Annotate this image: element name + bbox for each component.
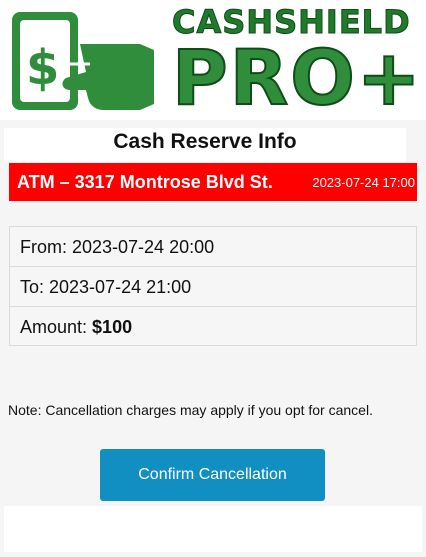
brand-name-bottom: PRO+ bbox=[171, 33, 423, 122]
amount-value: $100 bbox=[92, 317, 133, 337]
amount-label: Amount: bbox=[20, 317, 93, 337]
atm-location: ATM – 3317 Montrose Blvd St. bbox=[17, 172, 273, 192]
to-row: To: 2023-07-24 21:00 bbox=[10, 267, 416, 307]
banner-timestamp: 2023-07-24 17:00 bbox=[312, 175, 415, 190]
amount-row: Amount: $100 bbox=[10, 307, 416, 347]
cancellation-note: Note: Cancellation charges may apply if … bbox=[8, 402, 373, 418]
brand-header: $ CASHSHIELD PRO+ bbox=[0, 0, 426, 120]
atm-banner: ATM – 3317 Montrose Blvd St. 2023-07-24 … bbox=[9, 163, 417, 201]
footer-area bbox=[4, 506, 422, 552]
cash-hand-icon: $ bbox=[12, 12, 154, 110]
svg-text:$: $ bbox=[26, 40, 59, 96]
cancellation-screen: $ CASHSHIELD PRO+ Cash Reserve Info ATM … bbox=[0, 0, 426, 557]
confirm-cancellation-button[interactable]: Confirm Cancellation bbox=[100, 449, 325, 501]
reservation-details: From: 2023-07-24 20:00 To: 2023-07-24 21… bbox=[9, 226, 417, 346]
page-title: Cash Reserve Info bbox=[4, 128, 406, 162]
from-row: From: 2023-07-24 20:00 bbox=[10, 227, 416, 267]
